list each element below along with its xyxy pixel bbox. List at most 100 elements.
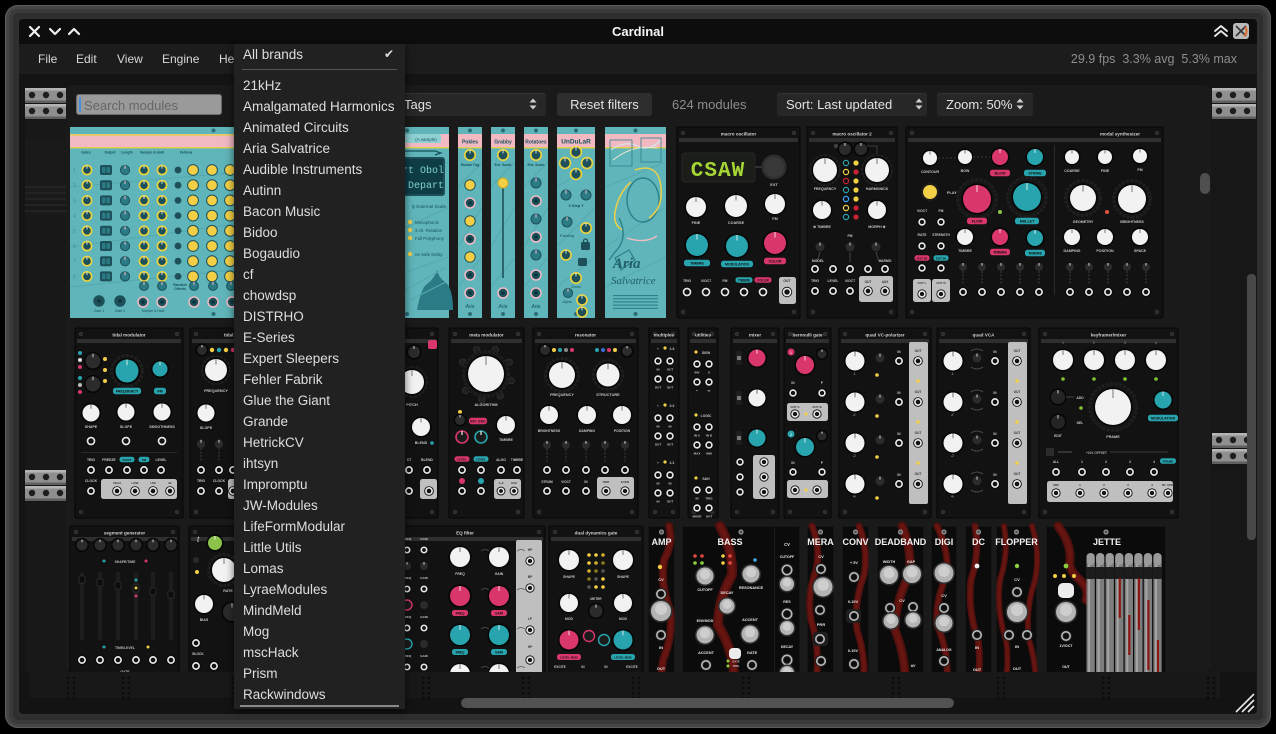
- svg-text:GAIN: GAIN: [495, 689, 504, 693]
- svg-text:CV: CV: [818, 554, 824, 559]
- svg-text:DECAY: DECAY: [781, 645, 794, 649]
- svg-text:Salvatrice: Salvatrice: [611, 275, 656, 287]
- svg-text:utilities: utilities: [695, 333, 712, 338]
- svg-text:⊕ TIMBRE: ⊕ TIMBRE: [813, 225, 831, 229]
- svg-text:BIAS: BIAS: [200, 618, 209, 622]
- svg-text:macro oscillator 2: macro oscillator 2: [832, 132, 872, 137]
- svg-text:TRIG: TRIG: [197, 479, 205, 483]
- svg-text:resonator: resonator: [575, 333, 596, 338]
- svg-text:V/OCT: V/OCT: [845, 279, 856, 283]
- svg-text:DAMPING: DAMPING: [579, 429, 595, 433]
- svg-text:STRENGTH: STRENGTH: [932, 233, 950, 237]
- svg-text:FLOW: FLOW: [972, 219, 983, 223]
- svg-text:modal synthesizer: modal synthesizer: [1100, 132, 1140, 137]
- svg-text:IN B: IN B: [706, 434, 713, 438]
- svg-text:INT. OSC: INT. OSC: [470, 419, 486, 423]
- svg-text:GEOMETRY: GEOMETRY: [1073, 220, 1094, 224]
- svg-text:OUT: OUT: [915, 349, 922, 353]
- svg-text:Monophonic: Monophonic: [415, 220, 440, 225]
- svg-text:FM: FM: [723, 279, 728, 283]
- svg-text:UnDuLaR: UnDuLaR: [561, 139, 591, 146]
- svg-text:BI: BI: [169, 481, 172, 485]
- svg-text:V/OCT: V/OCT: [122, 458, 131, 462]
- svg-text:FRAME: FRAME: [1106, 435, 1120, 439]
- svg-text:TIMBRE: TIMBRE: [511, 458, 523, 462]
- svg-text:LOGIC: LOGIC: [701, 414, 712, 418]
- svg-text:quad VC-polarizer: quad VC-polarizer: [865, 333, 905, 338]
- svg-text:OUT: OUT: [667, 386, 674, 390]
- svg-text:Global Trig: Global Trig: [461, 163, 480, 167]
- svg-text:GATE: GATE: [732, 660, 740, 664]
- svg-text:AUX: AUX: [511, 481, 517, 485]
- svg-text:DAMPING: DAMPING: [1064, 249, 1081, 253]
- svg-text:Length: Length: [121, 151, 132, 155]
- svg-text:Aria: Aria: [465, 304, 475, 310]
- svg-text:POSITION: POSITION: [1096, 249, 1114, 253]
- svg-text:ALGORITHM: ALGORITHM: [475, 403, 498, 407]
- svg-text:Gates: Gates: [81, 151, 91, 155]
- svg-text:1:3: 1:3: [670, 347, 675, 351]
- svg-text:GAIN: GAIN: [420, 654, 428, 658]
- svg-text:FREQ: FREQ: [456, 650, 465, 654]
- svg-text:Gate 1: Gate 1: [94, 309, 104, 313]
- svg-text:meta modulator: meta modulator: [469, 333, 504, 338]
- svg-text:OUT: OUT: [1014, 390, 1021, 394]
- svg-text:SHAPE: SHAPE: [85, 425, 98, 429]
- svg-text:SPACE: SPACE: [1134, 249, 1147, 253]
- svg-text:segment generator: segment generator: [104, 531, 146, 536]
- svg-text:Rotatoes: Rotatoes: [525, 140, 547, 146]
- svg-text:+10V OFFSET: +10V OFFSET: [1086, 451, 1107, 455]
- svg-text:MIX: MIX: [1053, 483, 1058, 487]
- svg-text:1:1: 1:1: [670, 461, 675, 465]
- svg-text:SLOPE: SLOPE: [120, 425, 133, 429]
- svg-text:BP: BP: [528, 675, 533, 679]
- svg-text:EXCITE: EXCITE: [626, 665, 638, 669]
- svg-text:FR. STEP: FR. STEP: [1162, 483, 1175, 487]
- svg-text:SIGN: SIGN: [702, 351, 711, 355]
- svg-text:FREQUENCY: FREQUENCY: [204, 389, 228, 393]
- svg-text:CV: CV: [941, 593, 947, 598]
- svg-text:TRIG: TRIG: [811, 279, 819, 283]
- svg-text:EQ filter: EQ filter: [456, 531, 474, 536]
- svg-text:OUT: OUT: [865, 280, 872, 284]
- svg-text:OUT: OUT: [667, 443, 674, 447]
- svg-text:CUTOFF: CUTOFF: [780, 555, 795, 559]
- svg-text:ANALOG: ANALOG: [936, 648, 951, 652]
- svg-text:AMP: AMP: [652, 537, 672, 547]
- svg-text:HARMONICS: HARMONICS: [866, 187, 889, 191]
- svg-text:IN: IN: [669, 482, 672, 486]
- svg-text:1V/OCT: 1V/OCT: [1060, 644, 1074, 648]
- svg-text:OUT L: OUT L: [918, 281, 927, 285]
- svg-text:TIMBRE: TIMBRE: [993, 250, 1007, 254]
- svg-text:Ext. Scale: Ext. Scale: [495, 163, 512, 167]
- svg-text:IN: IN: [975, 645, 979, 650]
- svg-text:LEVEL: LEVEL: [156, 458, 167, 462]
- svg-text:STRIKE: STRIKE: [1028, 171, 1042, 175]
- svg-text:CONV: CONV: [842, 537, 868, 547]
- svg-text:FM: FM: [157, 389, 162, 393]
- svg-text:FREQ: FREQ: [455, 689, 465, 693]
- svg-text:3 ch. Rotation: 3 ch. Rotation: [415, 228, 443, 233]
- svg-text:STRUCTURE: STRUCTURE: [596, 393, 620, 397]
- svg-text:6: 6: [73, 244, 76, 250]
- svg-text:PITCH: PITCH: [406, 403, 418, 407]
- svg-text:2: 2: [1105, 460, 1107, 464]
- svg-text:MIN: MIN: [706, 452, 712, 456]
- svg-text:MERA: MERA: [807, 537, 834, 547]
- svg-text:UNI: UNI: [150, 481, 155, 485]
- svg-text:Gate 2: Gate 2: [115, 309, 125, 313]
- svg-text:OUT: OUT: [667, 368, 674, 372]
- svg-text:COLOR: COLOR: [757, 278, 769, 282]
- svg-text:FREEZE: FREEZE: [102, 458, 116, 462]
- svg-text:Full Polyphony: Full Polyphony: [415, 236, 445, 241]
- svg-text:COARSE: COARSE: [728, 221, 745, 225]
- svg-text:Aria: Aria: [498, 304, 508, 310]
- svg-text:Sample & Hold: Sample & Hold: [142, 309, 165, 313]
- svg-text:SHAPE: SHAPE: [617, 575, 629, 579]
- svg-text:OUT: OUT: [915, 472, 922, 476]
- svg-text:Offsets: Offsets: [174, 287, 186, 291]
- svg-text:IN: IN: [657, 500, 660, 504]
- svg-text:PLAY: PLAY: [947, 191, 957, 195]
- svg-text:OUT: OUT: [915, 390, 922, 394]
- svg-text:FINE: FINE: [1101, 169, 1110, 173]
